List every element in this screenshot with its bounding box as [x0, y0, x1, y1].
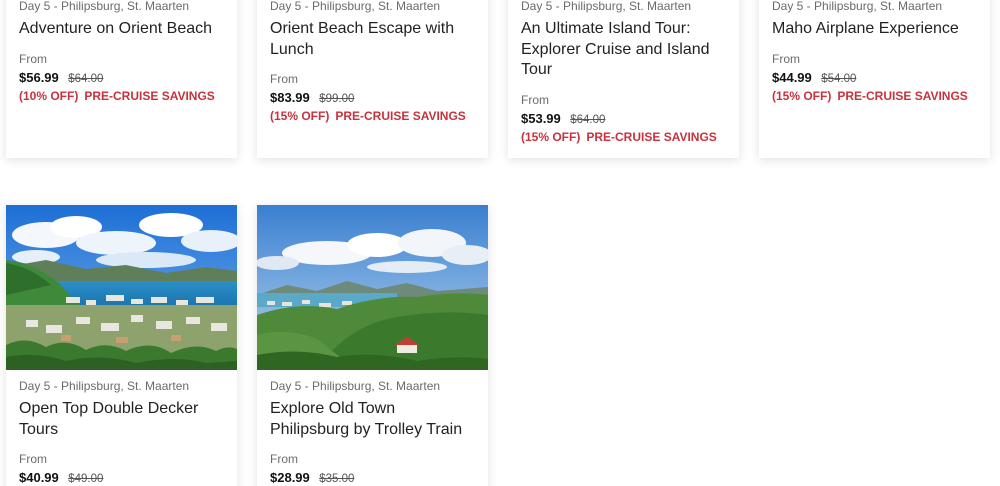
- price-row: $28.99 $35.00: [270, 470, 475, 486]
- savings-label: PRE-CRUISE SAVINGS: [84, 88, 215, 103]
- card-location: Day 5 - Philipsburg, St. Maarten: [772, 0, 943, 13]
- excursion-card[interactable]: Day 5 - Philipsburg, St. Maarten Adventu…: [6, 0, 237, 158]
- from-label: From: [19, 51, 47, 66]
- card-body: Day 5 - Philipsburg, St. Maarten Explore…: [257, 370, 488, 486]
- discount-percent: (15% OFF): [270, 109, 330, 123]
- from-label: From: [270, 72, 298, 86]
- discount-percent: (10% OFF): [19, 88, 79, 103]
- current-price: $53.99: [521, 110, 561, 126]
- savings-row: (15% OFF) PRE-CRUISE SAVINGS: [521, 129, 726, 145]
- current-price: $40.99: [19, 470, 59, 485]
- original-price: $64.00: [570, 113, 606, 126]
- savings-row: (10% OFF) PRE-CRUISE SAVINGS: [19, 88, 224, 104]
- philipsburg-bay-photo[interactable]: [6, 205, 237, 370]
- card-title[interactable]: Open Top Double Decker Tours: [19, 399, 224, 440]
- excursion-card[interactable]: Day 5 - Philipsburg, St. Maarten Open To…: [6, 205, 237, 486]
- original-price: $35.00: [319, 473, 355, 485]
- excursion-card[interactable]: Day 5 - Philipsburg, St. Maarten Maho Ai…: [759, 0, 990, 158]
- card-body: Day 5 - Philipsburg, St. Maarten Orient …: [257, 0, 488, 124]
- savings-row: (15% OFF) PRE-CRUISE SAVINGS: [270, 108, 475, 124]
- discount-percent: (15% OFF): [772, 88, 832, 103]
- price-row: $56.99 $64.00: [19, 70, 224, 87]
- savings-label: PRE-CRUISE SAVINGS: [586, 129, 717, 144]
- excursion-card[interactable]: Day 5 - Philipsburg, St. Maarten Orient …: [257, 0, 488, 158]
- current-price: $56.99: [19, 69, 59, 85]
- price-row: $40.99 $49.00: [19, 470, 224, 486]
- card-location: Day 5 - Philipsburg, St. Maarten: [521, 0, 692, 13]
- from-label: From: [772, 51, 800, 66]
- current-price: $83.99: [270, 90, 310, 105]
- current-price: $44.99: [772, 69, 812, 85]
- card-location: Day 5 - Philipsburg, St. Maarten: [19, 379, 190, 393]
- price-row: $83.99 $99.00: [270, 90, 475, 107]
- savings-label: PRE-CRUISE SAVINGS: [335, 109, 466, 123]
- card-title[interactable]: Explore Old Town Philipsburg by Trolley …: [270, 399, 475, 440]
- original-price: $64.00: [68, 72, 104, 85]
- price-row: $44.99 $54.00: [772, 70, 977, 87]
- philipsburg-hillside-photo[interactable]: [257, 205, 488, 370]
- savings-row: (15% OFF) PRE-CRUISE SAVINGS: [772, 88, 977, 104]
- card-title[interactable]: Orient Beach Escape with Lunch: [270, 19, 475, 60]
- card-body: Day 5 - Philipsburg, St. Maarten Maho Ai…: [759, 0, 990, 104]
- card-title[interactable]: An Ultimate Island Tour: Explorer Cruise…: [521, 19, 726, 81]
- card-title[interactable]: Adventure on Orient Beach: [19, 19, 224, 40]
- from-label: From: [19, 452, 47, 466]
- savings-label: PRE-CRUISE SAVINGS: [837, 88, 968, 103]
- card-title[interactable]: Maho Airplane Experience: [772, 19, 977, 40]
- discount-percent: (15% OFF): [521, 129, 581, 144]
- card-location: Day 5 - Philipsburg, St. Maarten: [270, 379, 441, 393]
- card-body: Day 5 - Philipsburg, St. Maarten Open To…: [6, 370, 237, 486]
- card-body: Day 5 - Philipsburg, St. Maarten Adventu…: [6, 0, 237, 104]
- current-price: $28.99: [270, 470, 310, 485]
- original-price: $99.00: [319, 93, 355, 105]
- card-body: Day 5 - Philipsburg, St. Maarten An Ulti…: [508, 0, 739, 145]
- card-location: Day 5 - Philipsburg, St. Maarten: [270, 0, 441, 13]
- from-label: From: [521, 92, 549, 107]
- original-price: $49.00: [68, 473, 104, 485]
- excursion-card[interactable]: Day 5 - Philipsburg, St. Maarten Explore…: [257, 205, 488, 486]
- excursion-card[interactable]: Day 5 - Philipsburg, St. Maarten An Ulti…: [508, 0, 739, 158]
- original-price: $54.00: [821, 72, 857, 85]
- price-row: $53.99 $64.00: [521, 111, 726, 128]
- card-location: Day 5 - Philipsburg, St. Maarten: [19, 0, 190, 13]
- from-label: From: [270, 452, 298, 466]
- excursion-grid: Day 5 - Philipsburg, St. Maarten Adventu…: [0, 0, 1000, 486]
